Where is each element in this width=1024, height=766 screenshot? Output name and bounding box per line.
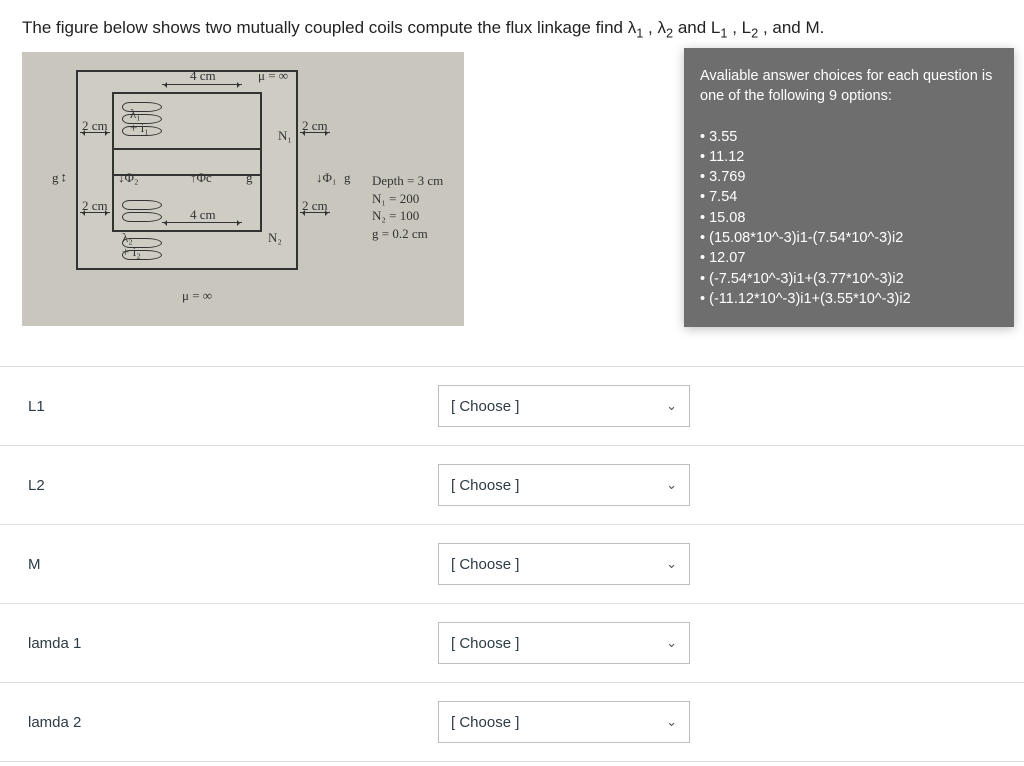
answer-rows: L1 [ Choose ] ⌄ L2 [ Choose ] ⌄ M [ Choo… xyxy=(0,366,1024,762)
answer-label: L2 xyxy=(28,477,438,494)
choose-text: [ Choose ] xyxy=(451,635,519,652)
g-mid: g xyxy=(246,170,253,186)
choose-text: [ Choose ] xyxy=(451,398,519,415)
n1-label: N₁ xyxy=(278,128,292,144)
coil-n1b xyxy=(122,114,162,124)
param-n2: N₂ = 100 xyxy=(372,207,443,225)
figure-image: 4 cm 4 cm μ = ∞ μ = ∞ 2 cm 2 cm 2 cm 2 c… xyxy=(22,52,464,326)
chevron-down-icon: ⌄ xyxy=(666,714,677,730)
choose-text: [ Choose ] xyxy=(451,477,519,494)
answer-row-lamda2: lamda 2 [ Choose ] ⌄ xyxy=(0,683,1024,762)
answer-label: lamda 2 xyxy=(28,714,438,731)
dim-4cm-bot: 4 cm xyxy=(190,207,216,223)
opt: (15.08*10^-3)i1-(7.54*10^-3)i2 xyxy=(700,228,998,248)
q-prefix: The figure below shows two mutually coup… xyxy=(22,18,628,37)
q-l2s: 2 xyxy=(666,25,673,40)
opt: 3.55 xyxy=(700,127,998,147)
coil-n1a xyxy=(122,102,162,112)
answer-label: lamda 1 xyxy=(28,635,438,652)
choose-dropdown-l2[interactable]: [ Choose ] ⌄ xyxy=(438,464,690,506)
g-right: g xyxy=(344,170,351,186)
figure-params: Depth = 3 cm N₁ = 200 N₂ = 100 g = 0.2 c… xyxy=(372,172,443,242)
opt: 11.12 xyxy=(700,147,998,167)
q-l2: λ xyxy=(658,18,667,37)
dim-2cm-r1: 2 cm xyxy=(302,118,328,134)
coil-n2c xyxy=(122,238,162,248)
answer-row-l1: L1 [ Choose ] ⌄ xyxy=(0,366,1024,446)
mu-inf-top: μ = ∞ xyxy=(258,68,288,84)
chevron-down-icon: ⌄ xyxy=(666,477,677,493)
dim-2cm-l1: 2 cm xyxy=(82,118,108,134)
choose-text: [ Choose ] xyxy=(451,556,519,573)
opt: 15.08 xyxy=(700,208,998,228)
choose-dropdown-lamda2[interactable]: [ Choose ] ⌄ xyxy=(438,701,690,743)
choose-dropdown-lamda1[interactable]: [ Choose ] ⌄ xyxy=(438,622,690,664)
opt: 7.54 xyxy=(700,187,998,207)
phi2-label: ↓Φ₂ xyxy=(118,170,139,186)
chevron-down-icon: ⌄ xyxy=(666,556,677,572)
opt: (-11.12*10^-3)i1+(3.55*10^-3)i2 xyxy=(700,289,998,309)
opt: 3.769 xyxy=(700,167,998,187)
chevron-down-icon: ⌄ xyxy=(666,635,677,651)
tooltip-options: 3.55 11.12 3.769 7.54 15.08 (15.08*10^-3… xyxy=(700,127,998,310)
choose-dropdown-l1[interactable]: [ Choose ] ⌄ xyxy=(438,385,690,427)
dim-4cm-top-arrow xyxy=(162,84,242,85)
param-n1: N₁ = 200 xyxy=(372,190,443,208)
q-l2pre: , L xyxy=(732,18,751,37)
opt: (-7.54*10^-3)i1+(3.77*10^-3)i2 xyxy=(700,269,998,289)
param-depth: Depth = 3 cm xyxy=(372,172,443,190)
answer-row-lamda1: lamda 1 [ Choose ] ⌄ xyxy=(0,604,1024,683)
phic-label: ↑Φc xyxy=(190,170,212,186)
dim-4cm-top: 4 cm xyxy=(190,68,216,84)
phi1-label: ↓Φ₁ xyxy=(316,170,337,186)
param-g: g = 0.2 cm xyxy=(372,225,443,243)
n2-label: N₂ xyxy=(268,230,282,246)
answer-row-m: M [ Choose ] ⌄ xyxy=(0,525,1024,604)
coil-n2d xyxy=(122,250,162,260)
coil-n1c xyxy=(122,126,162,136)
q-L1s: 1 xyxy=(720,25,727,40)
choose-dropdown-m[interactable]: [ Choose ] ⌄ xyxy=(438,543,690,585)
answer-choices-tooltip: Avaliable answer choices for each questi… xyxy=(684,48,1014,327)
answer-row-l2: L2 [ Choose ] ⌄ xyxy=(0,446,1024,525)
chevron-down-icon: ⌄ xyxy=(666,398,677,414)
q-l1s: 1 xyxy=(636,25,643,40)
mu-inf-bot: μ = ∞ xyxy=(182,288,212,304)
dim-2cm-r2: 2 cm xyxy=(302,198,328,214)
coil-n2a xyxy=(122,200,162,210)
answer-label: L1 xyxy=(28,398,438,415)
q-tail: , and M. xyxy=(763,18,824,37)
q-mid: and L xyxy=(678,18,721,37)
coil-n2b xyxy=(122,212,162,222)
tooltip-intro: Avaliable answer choices for each questi… xyxy=(700,66,998,107)
q-c1: , xyxy=(648,18,657,37)
opt: 12.07 xyxy=(700,248,998,268)
question-text: The figure below shows two mutually coup… xyxy=(0,0,1024,52)
q-l1: λ xyxy=(628,18,637,37)
g-left: g↔ xyxy=(52,170,72,186)
dim-2cm-l2: 2 cm xyxy=(82,198,108,214)
choose-text: [ Choose ] xyxy=(451,714,519,731)
answer-label: M xyxy=(28,556,438,573)
q-L2s: 2 xyxy=(751,25,758,40)
